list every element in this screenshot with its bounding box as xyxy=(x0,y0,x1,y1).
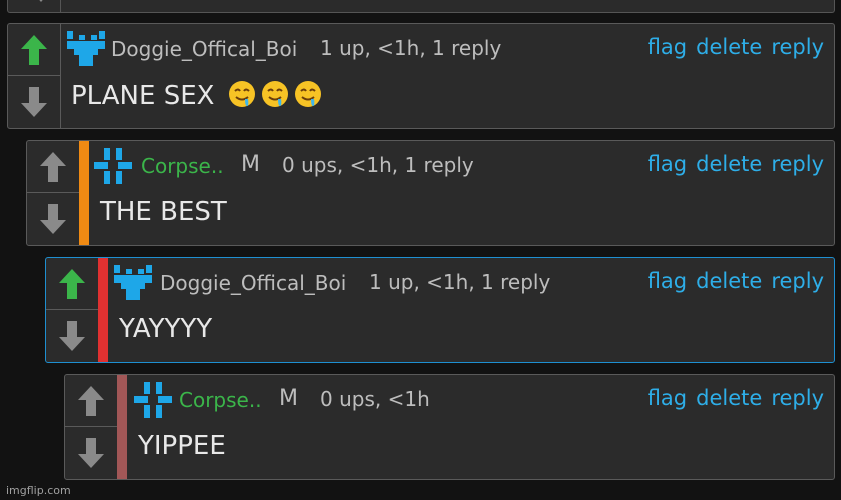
comment-meta: 0 ups, <1h xyxy=(320,387,430,411)
comment-actions: flag delete reply xyxy=(639,386,824,410)
downvote-arrow-icon xyxy=(59,321,85,351)
downvote-button[interactable] xyxy=(65,427,117,479)
username[interactable]: Doggie_Offical_Boi xyxy=(111,37,297,61)
downvote-button[interactable] xyxy=(8,76,60,128)
comment-header: Doggie_Offical_Boi 1 up, <1h, 1 reply fl… xyxy=(8,24,834,74)
comment-actions: flag delete reply xyxy=(639,152,824,176)
delete-link[interactable]: delete xyxy=(696,269,762,293)
reply-link[interactable]: reply xyxy=(771,152,824,176)
mod-badge: M xyxy=(241,152,260,177)
previous-vote-column xyxy=(8,0,61,12)
username[interactable]: Corpse.. xyxy=(141,154,224,178)
comment-text: THE BEST xyxy=(100,197,227,227)
downvote-arrow-icon xyxy=(40,204,66,234)
delete-link[interactable]: delete xyxy=(696,386,762,410)
reply-link[interactable]: reply xyxy=(771,386,824,410)
flag-link[interactable]: flag xyxy=(648,386,687,410)
username[interactable]: Doggie_Offical_Boi xyxy=(160,271,346,295)
comment-actions: flag delete reply xyxy=(639,35,824,59)
comment-meta: 1 up, <1h, 1 reply xyxy=(369,270,551,294)
corpse-avatar-icon[interactable] xyxy=(134,382,172,418)
comment-2: Corpse.. M 0 ups, <1h, 1 reply flag delet… xyxy=(26,140,835,246)
comment-3: Doggie_Offical_Boi 1 up, <1h, 1 reply fl… xyxy=(45,257,835,363)
comment-text: PLANE SEX xyxy=(71,80,322,111)
downvote-button[interactable] xyxy=(27,193,79,245)
flag-link[interactable]: flag xyxy=(648,152,687,176)
drooling-face-icon xyxy=(228,81,255,107)
comment-meta: 1 up, <1h, 1 reply xyxy=(320,36,502,60)
drooling-face-icon xyxy=(294,81,321,107)
drooling-face-icon xyxy=(261,81,288,107)
comment-4: Corpse.. M 0 ups, <1h flag delete reply YI… xyxy=(64,374,835,480)
mod-badge: M xyxy=(279,386,298,411)
delete-link[interactable]: delete xyxy=(696,152,762,176)
reply-link[interactable]: reply xyxy=(771,35,824,59)
corpse-avatar-icon[interactable] xyxy=(94,148,132,184)
downvote-arrow-icon xyxy=(21,87,47,117)
watermark: imgflip.com xyxy=(6,484,71,497)
downvote-arrow-icon[interactable] xyxy=(36,0,46,2)
delete-link[interactable]: delete xyxy=(696,35,762,59)
reply-link[interactable]: reply xyxy=(771,269,824,293)
comment-meta: 0 ups, <1h, 1 reply xyxy=(282,153,474,177)
downvote-button[interactable] xyxy=(46,310,98,362)
flag-link[interactable]: flag xyxy=(648,269,687,293)
downvote-arrow-icon xyxy=(78,438,104,468)
comment-header: Corpse.. M 0 ups, <1h flag delete reply xyxy=(65,375,834,425)
comment-text: YAYYYY xyxy=(119,314,213,344)
comment-header: Doggie_Offical_Boi 1 up, <1h, 1 reply fl… xyxy=(46,258,834,308)
comment-actions: flag delete reply xyxy=(639,269,824,293)
username[interactable]: Corpse.. xyxy=(179,388,262,412)
comment-header: Corpse.. M 0 ups, <1h, 1 reply flag delet… xyxy=(27,141,834,191)
flag-link[interactable]: flag xyxy=(648,35,687,59)
doggie-avatar-icon[interactable] xyxy=(67,31,105,67)
comment-text: YIPPEE xyxy=(138,431,226,461)
comment-1: Doggie_Offical_Boi 1 up, <1h, 1 reply fl… xyxy=(7,23,835,129)
doggie-avatar-icon[interactable] xyxy=(114,265,152,301)
comment-text-content: PLANE SEX xyxy=(71,81,215,111)
previous-comment-fragment xyxy=(7,0,835,13)
